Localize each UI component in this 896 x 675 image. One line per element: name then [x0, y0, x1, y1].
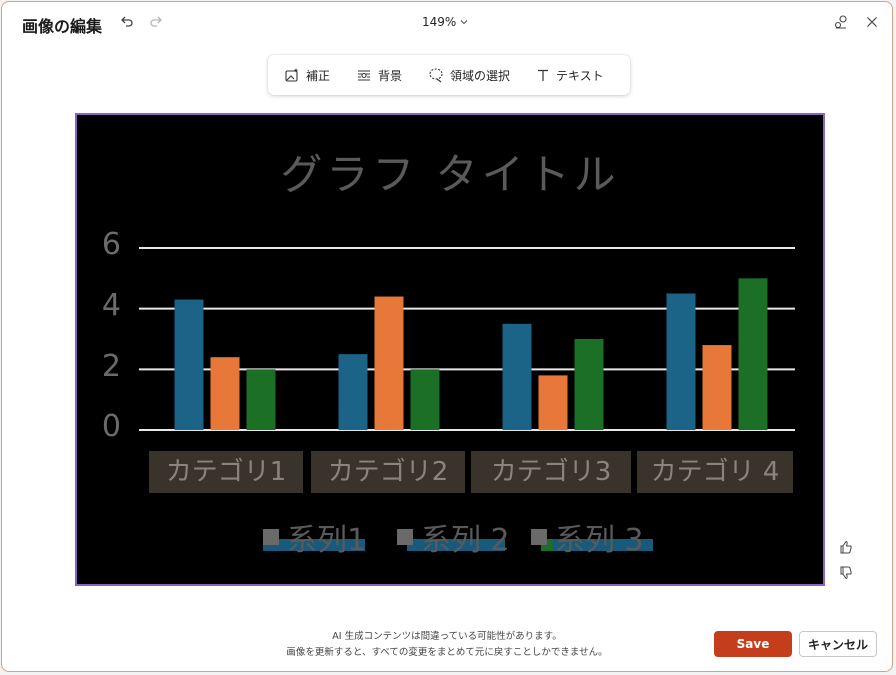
legend-label: 系列 3	[555, 523, 644, 558]
bar	[410, 369, 440, 430]
background-icon	[358, 70, 371, 81]
lasso-select-icon	[429, 68, 443, 83]
tool-text-label: テキスト	[556, 68, 604, 83]
image-canvas[interactable]: グラフ タイトル 6 4 2 0 カテゴリ1 カテゴリ2 カテゴリ3 カテゴリ …	[75, 113, 825, 586]
text-icon	[538, 69, 549, 81]
bar	[338, 354, 368, 430]
tool-background[interactable]: 背景	[356, 67, 402, 84]
bar	[574, 339, 604, 430]
bar	[210, 357, 240, 430]
y-tick-label: 6	[101, 227, 121, 262]
save-button[interactable]: Save	[714, 631, 792, 657]
tool-select-area-label: 領域の選択	[450, 68, 511, 83]
thumbs-down-icon[interactable]	[836, 563, 856, 583]
tool-adjust-label: 補正	[306, 68, 331, 83]
bar	[374, 296, 404, 430]
ai-disclaimer: AI 生成コンテンツは間違っている可能性があります。 画像を更新すると、すべての…	[252, 629, 642, 661]
tool-text[interactable]: テキスト	[536, 67, 604, 84]
y-tick-label: 4	[101, 288, 121, 323]
legend-label: 系列1	[287, 523, 367, 558]
tool-background-label: 背景	[378, 68, 403, 83]
dialog-title: 画像の編集	[22, 17, 103, 36]
legend-item: 系列1	[263, 515, 366, 559]
bar	[502, 323, 532, 430]
adjust-image-icon	[285, 68, 299, 82]
y-tick-label: 0	[101, 409, 121, 444]
edit-image-dialog: 画像の編集 149% 補正 背景 領域の選択 テキスト グラフ タイトル 6 4…	[1, 1, 893, 672]
chevron-down-icon	[460, 20, 468, 25]
tool-select-area[interactable]: 領域の選択	[428, 67, 510, 84]
undo-icon[interactable]	[116, 11, 138, 33]
legend-swatch	[397, 529, 413, 545]
legend-item: 系列 3	[531, 515, 644, 559]
cancel-button[interactable]: キャンセル	[799, 631, 877, 657]
redo-icon[interactable]	[145, 11, 167, 33]
disclaimer-line: AI 生成コンテンツは間違っている可能性があります。	[332, 631, 562, 642]
category-label: カテゴリ2	[311, 451, 465, 493]
bar	[738, 278, 768, 430]
bar-chart	[139, 247, 795, 551]
legend-swatch	[531, 529, 547, 545]
legend-swatch	[263, 529, 279, 545]
category-label: カテゴリ3	[471, 451, 631, 493]
bar	[174, 299, 204, 430]
category-label: カテゴリ 4	[637, 451, 793, 493]
bar	[702, 345, 732, 430]
edit-toolbar: 補正 背景 領域の選択 テキスト	[268, 55, 630, 95]
tool-adjust[interactable]: 補正	[284, 67, 330, 84]
legend-item: 系列 2	[397, 515, 510, 559]
bar	[246, 369, 276, 430]
zoom-dropdown[interactable]: 149%	[422, 15, 468, 29]
share-icon[interactable]	[830, 11, 852, 33]
category-label: カテゴリ1	[149, 451, 303, 493]
bar	[666, 293, 696, 430]
y-tick-label: 2	[101, 349, 121, 384]
zoom-level: 149%	[422, 15, 457, 29]
bar	[538, 375, 568, 430]
legend-label: 系列 2	[421, 523, 510, 558]
close-icon[interactable]	[861, 11, 883, 33]
thumbs-up-icon[interactable]	[836, 537, 856, 557]
disclaimer-line: 画像を更新すると、すべての変更をまとめて元に戻すことしかできません。	[286, 647, 608, 658]
